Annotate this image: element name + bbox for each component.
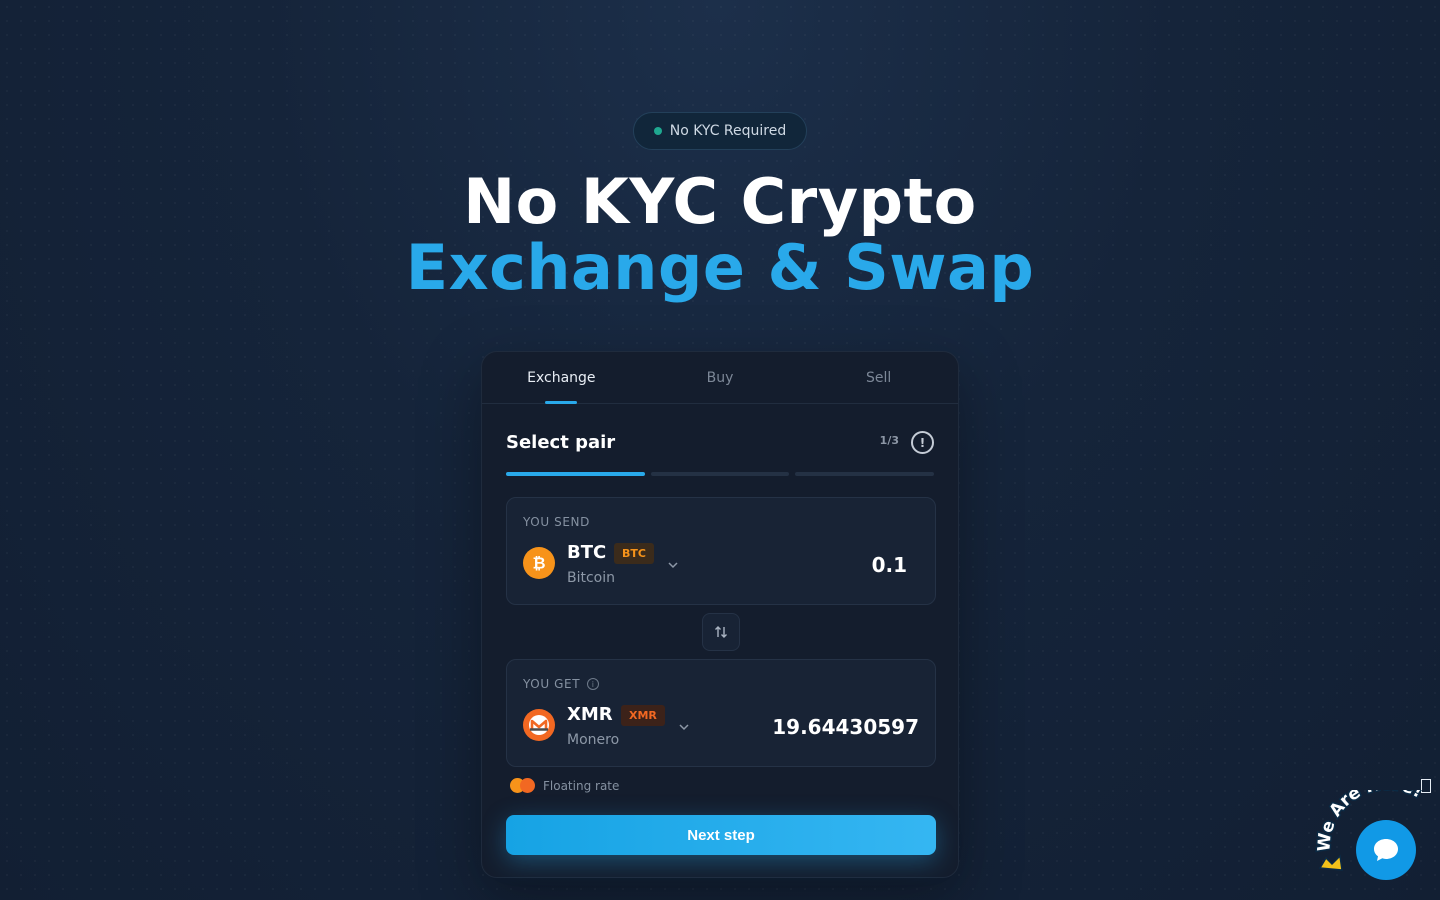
get-panel: YOU GET i XMR XMR Monero 19.64430597 (506, 659, 936, 767)
chevron-down-icon[interactable] (667, 556, 679, 575)
tab-sell[interactable]: Sell (799, 352, 958, 403)
no-kyc-badge: No KYC Required (633, 112, 807, 150)
exchange-widget: Exchange Buy Sell Select pair 1/3 ! YOU … (481, 351, 959, 878)
send-coin-name: Bitcoin (567, 570, 616, 586)
send-ticker-tag: BTC (614, 543, 654, 564)
send-ticker[interactable]: BTC (567, 542, 606, 563)
progress-segment-2 (650, 472, 790, 476)
tab-buy[interactable]: Buy (641, 352, 800, 403)
send-amount-input[interactable]: 0.1 (872, 553, 907, 577)
get-coin-name: Monero (567, 732, 620, 748)
step-header: Select pair 1/3 ! (506, 430, 934, 456)
progress-segment-1 (506, 472, 645, 476)
step-progress-bar (506, 472, 935, 476)
exclamation-circle-icon[interactable]: ! (911, 431, 934, 454)
send-panel: YOU SEND ₿ BTC BTC Bitcoin 0.1 (506, 497, 936, 605)
next-step-button[interactable]: Next step (506, 815, 936, 855)
info-icon[interactable]: i (587, 678, 600, 690)
send-label-text: YOU SEND (523, 515, 590, 529)
chevron-down-icon[interactable] (678, 718, 690, 737)
monero-icon[interactable] (523, 709, 555, 741)
rate-label: Floating rate (543, 778, 620, 793)
badge-label: No KYC Required (669, 123, 787, 139)
get-amount-value: 19.64430597 (772, 715, 919, 739)
hero-heading: No KYC Crypto Exchange & Swap (0, 168, 1440, 300)
hero-line-1: No KYC Crypto (463, 165, 977, 238)
get-label: YOU GET i (523, 677, 600, 691)
hero-line-2: Exchange & Swap (405, 231, 1035, 304)
get-ticker-tag: XMR (621, 705, 665, 726)
rate-type[interactable]: Floating rate (510, 778, 619, 793)
monero-mini-icon (520, 778, 535, 793)
step-counter: 1/3 (879, 434, 899, 447)
send-label: YOU SEND (523, 515, 590, 529)
pair-mini-icons (510, 778, 535, 793)
tab-exchange[interactable]: Exchange (482, 352, 641, 403)
tab-bar: Exchange Buy Sell (482, 352, 958, 404)
get-label-text: YOU GET (523, 677, 581, 691)
status-dot (653, 127, 662, 135)
chat-bubble-icon[interactable] (1356, 820, 1416, 880)
step-title: Select pair (506, 432, 616, 453)
get-ticker[interactable]: XMR (567, 704, 613, 725)
swap-vertical-icon[interactable] (702, 613, 740, 651)
bitcoin-icon[interactable]: ₿ (523, 547, 555, 579)
progress-segment-3 (795, 472, 935, 476)
svg-text:₿: ₿ (532, 554, 545, 573)
